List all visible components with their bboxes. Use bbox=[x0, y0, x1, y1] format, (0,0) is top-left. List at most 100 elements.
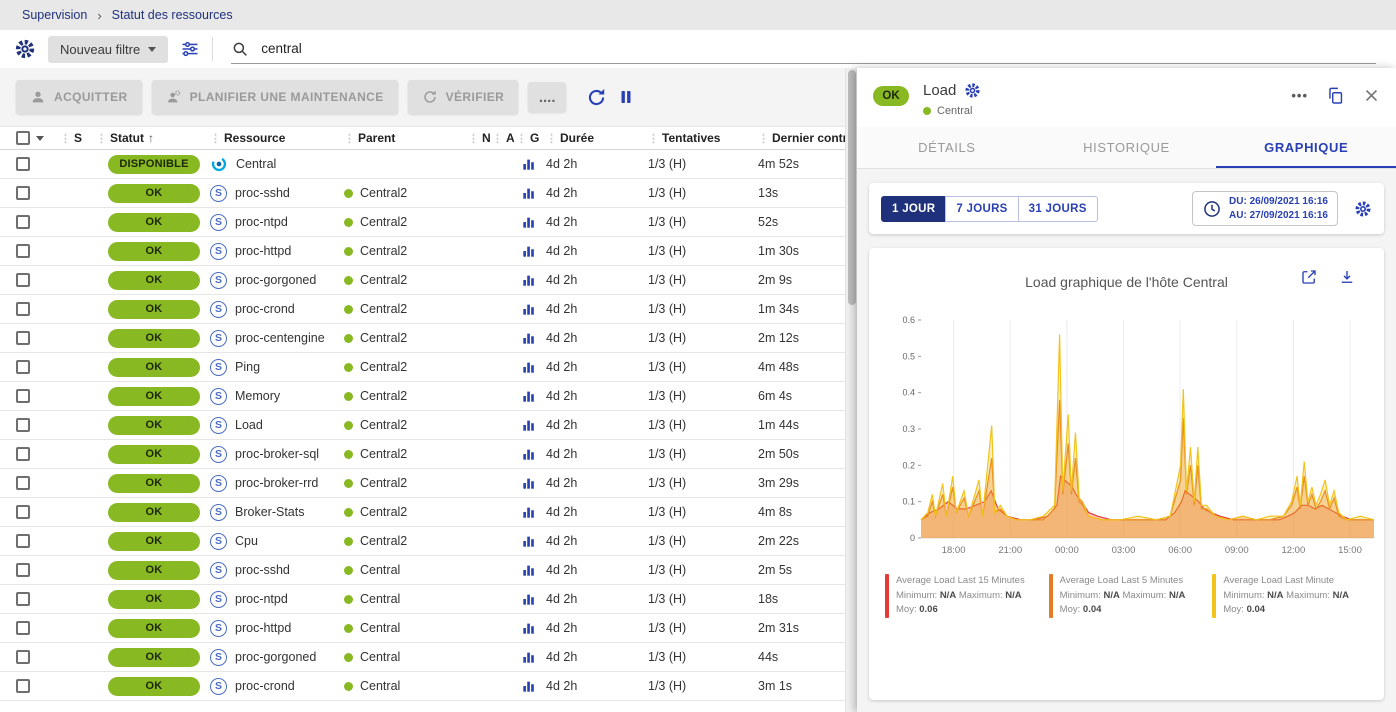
row-checkbox[interactable] bbox=[16, 157, 30, 171]
search-input[interactable] bbox=[259, 40, 1376, 57]
resource-name[interactable]: proc-ntpd bbox=[235, 592, 288, 606]
legend-item-load5[interactable]: Average Load Last 5 Minutes Minimum: N/A… bbox=[1049, 574, 1205, 618]
acknowledge-button[interactable]: ACQUITTER bbox=[16, 80, 142, 114]
table-row[interactable]: OK S proc-broker-rrd Central2 4d 2h 1/3 … bbox=[0, 469, 845, 498]
table-row[interactable]: OK S proc-crond Central2 4d 2h 1/3 (H) 1… bbox=[0, 295, 845, 324]
row-checkbox[interactable] bbox=[16, 244, 30, 258]
table-row[interactable]: OK S proc-sshd Central2 4d 2h 1/3 (H) 13… bbox=[0, 179, 845, 208]
table-row[interactable]: OK S proc-ntpd Central2 4d 2h 1/3 (H) 52… bbox=[0, 208, 845, 237]
row-checkbox[interactable] bbox=[16, 592, 30, 606]
panel-more-icon[interactable]: ••• bbox=[1291, 88, 1308, 103]
load-chart[interactable]: 18:0021:0000:0003:0006:0009:0012:0015:00… bbox=[877, 312, 1376, 564]
graph-settings-gear-icon[interactable] bbox=[1354, 200, 1372, 218]
row-checkbox[interactable] bbox=[16, 476, 30, 490]
parent-name[interactable]: Central bbox=[360, 650, 400, 664]
more-actions-button[interactable]: .... bbox=[528, 82, 566, 112]
row-checkbox[interactable] bbox=[16, 534, 30, 548]
range-7-days-button[interactable]: 7 JOURS bbox=[945, 196, 1018, 222]
column-drag-icon[interactable]: ⋮ bbox=[546, 132, 557, 145]
row-checkbox[interactable] bbox=[16, 302, 30, 316]
resource-name[interactable]: Load bbox=[235, 418, 263, 432]
row-checkbox[interactable] bbox=[16, 360, 30, 374]
gear-icon[interactable] bbox=[964, 82, 981, 99]
table-row[interactable]: OK S Ping Central2 4d 2h 1/3 (H) 4m 48s bbox=[0, 353, 845, 382]
parent-name[interactable]: Central2 bbox=[360, 244, 407, 258]
column-drag-icon[interactable]: ⋮ bbox=[648, 132, 659, 145]
resource-name[interactable]: proc-gorgoned bbox=[235, 650, 316, 664]
pause-button[interactable] bbox=[617, 88, 635, 106]
plan-maintenance-button[interactable]: PLANIFIER UNE MAINTENANCE bbox=[152, 80, 398, 114]
column-drag-icon[interactable]: ⋮ bbox=[96, 132, 107, 145]
tab-graph[interactable]: GRAPHIQUE bbox=[1216, 127, 1396, 168]
column-drag-icon[interactable]: ⋮ bbox=[60, 132, 71, 145]
parent-name[interactable]: Central2 bbox=[360, 476, 407, 490]
row-checkbox[interactable] bbox=[16, 389, 30, 403]
graph-icon[interactable] bbox=[522, 360, 536, 374]
table-row[interactable]: OK S Cpu Central2 4d 2h 1/3 (H) 2m 22s bbox=[0, 527, 845, 556]
col-attempts[interactable]: Tentatives bbox=[662, 131, 720, 145]
graph-icon[interactable] bbox=[522, 476, 536, 490]
range-1-day-button[interactable]: 1 JOUR bbox=[881, 196, 946, 222]
column-drag-icon[interactable]: ⋮ bbox=[758, 132, 769, 145]
table-row[interactable]: OK S Memory Central2 4d 2h 1/3 (H) 6m 4s bbox=[0, 382, 845, 411]
parent-name[interactable]: Central2 bbox=[360, 215, 407, 229]
col-acknowledge[interactable]: A bbox=[506, 131, 514, 145]
parent-name[interactable]: Central2 bbox=[360, 534, 407, 548]
row-checkbox[interactable] bbox=[16, 331, 30, 345]
parent-name[interactable]: Central2 bbox=[360, 186, 407, 200]
parent-name[interactable]: Central bbox=[360, 563, 400, 577]
table-row[interactable]: OK S proc-crond Central 4d 2h 1/3 (H) 3m… bbox=[0, 672, 845, 701]
resource-name[interactable]: Broker-Stats bbox=[235, 505, 304, 519]
vertical-scrollbar[interactable] bbox=[845, 68, 857, 712]
col-parent[interactable]: Parent bbox=[358, 131, 395, 145]
breadcrumb-supervision[interactable]: Supervision bbox=[22, 8, 87, 22]
legend-item-load15[interactable]: Average Load Last 15 Minutes Minimum: N/… bbox=[885, 574, 1041, 618]
graph-icon[interactable] bbox=[522, 563, 536, 577]
settings-gear-button[interactable] bbox=[14, 38, 36, 60]
tab-history[interactable]: HISTORIQUE bbox=[1037, 127, 1217, 168]
graph-icon[interactable] bbox=[522, 244, 536, 258]
breadcrumb-resource-status[interactable]: Statut des ressources bbox=[112, 8, 233, 22]
column-drag-icon[interactable]: ⋮ bbox=[344, 132, 355, 145]
col-last-check[interactable]: Dernier contrôle bbox=[772, 131, 845, 145]
resource-name[interactable]: proc-sshd bbox=[235, 563, 290, 577]
row-checkbox[interactable] bbox=[16, 418, 30, 432]
table-row[interactable]: OK S Broker-Stats Central2 4d 2h 1/3 (H)… bbox=[0, 498, 845, 527]
parent-name[interactable]: Central bbox=[360, 621, 400, 635]
column-drag-icon[interactable]: ⋮ bbox=[492, 132, 503, 145]
parent-name[interactable]: Central bbox=[360, 679, 400, 693]
parent-name[interactable]: Central2 bbox=[360, 273, 407, 287]
col-resource[interactable]: Ressource bbox=[224, 131, 285, 145]
graph-icon[interactable] bbox=[522, 505, 536, 519]
row-checkbox[interactable] bbox=[16, 679, 30, 693]
table-row[interactable]: OK S proc-ntpd Central 4d 2h 1/3 (H) 18s bbox=[0, 585, 845, 614]
parent-name[interactable]: Central2 bbox=[360, 331, 407, 345]
tab-details[interactable]: DÉTAILS bbox=[857, 127, 1037, 168]
col-duration[interactable]: Durée bbox=[560, 131, 594, 145]
resource-name[interactable]: proc-crond bbox=[235, 679, 295, 693]
table-row[interactable]: OK S proc-sshd Central 4d 2h 1/3 (H) 2m … bbox=[0, 556, 845, 585]
open-in-new-icon[interactable] bbox=[1300, 268, 1318, 286]
col-notification[interactable]: N bbox=[482, 131, 490, 145]
resource-name[interactable]: proc-ntpd bbox=[235, 215, 288, 229]
resource-name[interactable]: proc-broker-sql bbox=[235, 447, 319, 461]
graph-icon[interactable] bbox=[522, 621, 536, 635]
col-severity[interactable]: S bbox=[74, 131, 82, 145]
select-dropdown-icon[interactable] bbox=[36, 136, 44, 141]
graph-icon[interactable] bbox=[522, 679, 536, 693]
graph-icon[interactable] bbox=[522, 650, 536, 664]
resource-name[interactable]: proc-gorgoned bbox=[235, 273, 316, 287]
sort-asc-icon[interactable]: ↑ bbox=[148, 131, 154, 145]
check-button[interactable]: VÉRIFIER bbox=[408, 80, 519, 114]
column-drag-icon[interactable]: ⋮ bbox=[468, 132, 479, 145]
row-checkbox[interactable] bbox=[16, 621, 30, 635]
col-status[interactable]: Statut bbox=[110, 131, 144, 145]
parent-name[interactable]: Central2 bbox=[360, 505, 407, 519]
download-icon[interactable] bbox=[1338, 268, 1356, 286]
column-drag-icon[interactable]: ⋮ bbox=[210, 132, 221, 145]
table-row[interactable]: OK S proc-gorgoned Central 4d 2h 1/3 (H)… bbox=[0, 643, 845, 672]
table-row[interactable]: DISPONIBLE S Central 4d 2h 1/3 (H) 4m 52… bbox=[0, 150, 845, 179]
graph-icon[interactable] bbox=[522, 302, 536, 316]
custom-period-button[interactable]: DU: 26/09/2021 16:16 AU: 27/09/2021 16:1… bbox=[1192, 191, 1338, 226]
row-checkbox[interactable] bbox=[16, 650, 30, 664]
